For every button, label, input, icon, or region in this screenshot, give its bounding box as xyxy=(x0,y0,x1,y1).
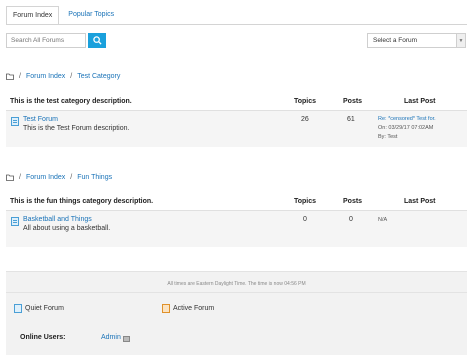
forum-description: This is the Test Forum description. xyxy=(23,125,130,132)
chevron-down-icon: ▼ xyxy=(456,34,465,47)
search-button[interactable] xyxy=(88,33,106,48)
search-icon xyxy=(92,36,102,45)
column-topics: Topics xyxy=(294,98,317,105)
posts-count: 61 xyxy=(347,116,355,123)
tab-divider xyxy=(6,24,467,25)
folder-icon xyxy=(6,73,14,80)
last-post: N/A xyxy=(378,216,387,225)
tab-bar: Forum Index Popular Topics xyxy=(6,6,120,25)
breadcrumb-category[interactable]: Fun Things xyxy=(77,174,112,181)
category-description: This is the test category description. xyxy=(10,98,132,105)
online-user-link[interactable]: Admin xyxy=(101,334,121,341)
legend-quiet-label: Quiet Forum xyxy=(25,305,64,312)
column-last-post: Last Post xyxy=(404,198,436,205)
legend-active: Active Forum xyxy=(162,304,214,313)
category-header: This is the fun things category descript… xyxy=(6,196,467,210)
tab-popular-topics[interactable]: Popular Topics xyxy=(59,6,120,25)
search-input[interactable] xyxy=(6,33,86,48)
folder-icon xyxy=(6,174,14,181)
forum-link[interactable]: Test Forum xyxy=(23,116,58,123)
breadcrumb: / Forum Index / Fun Things xyxy=(6,174,112,181)
forum-select-value: Select a Forum xyxy=(373,37,418,44)
forum-footer: All times are Eastern Daylight Time. The… xyxy=(6,271,467,355)
breadcrumb-forum-index[interactable]: Forum Index xyxy=(26,73,65,80)
forum-link[interactable]: Basketball and Things xyxy=(23,216,92,223)
posts-count: 0 xyxy=(349,216,353,223)
active-forum-icon xyxy=(162,304,170,313)
online-users-label: Online Users: xyxy=(20,334,66,341)
column-topics: Topics xyxy=(294,198,317,205)
footer-divider xyxy=(6,292,467,293)
user-status-icon xyxy=(123,336,130,342)
breadcrumb-category[interactable]: Test Category xyxy=(77,73,120,80)
legend-active-label: Active Forum xyxy=(173,305,215,312)
quiet-forum-icon xyxy=(11,117,19,126)
forum-select[interactable]: Select a Forum ▼ xyxy=(367,33,466,48)
quiet-forum-icon xyxy=(11,217,19,226)
last-post-none: N/A xyxy=(378,217,388,223)
topics-count: 26 xyxy=(301,116,309,123)
legend-quiet: Quiet Forum xyxy=(14,304,64,313)
last-post-link[interactable]: Re: *censored* Test for. xyxy=(378,115,436,124)
breadcrumb-forum-index[interactable]: Forum Index xyxy=(26,174,65,181)
category-description: This is the fun things category descript… xyxy=(10,198,154,205)
column-posts: Posts xyxy=(343,198,363,205)
column-posts: Posts xyxy=(343,98,363,105)
category-header: This is the test category description. T… xyxy=(6,96,467,110)
timezone-notice: All times are Eastern Daylight Time. The… xyxy=(167,281,306,287)
forum-row: Basketball and Things All about using a … xyxy=(6,210,467,247)
quiet-forum-icon xyxy=(14,304,22,313)
forum-row: Test Forum This is the Test Forum descri… xyxy=(6,110,467,147)
column-last-post: Last Post xyxy=(404,98,436,105)
breadcrumb: / Forum Index / Test Category xyxy=(6,73,120,80)
last-post-author: By: Test xyxy=(378,134,398,140)
forum-description: All about using a basketball. xyxy=(23,225,111,232)
last-post: Re: *censored* Test for. On: 03/29/17 07… xyxy=(378,115,436,142)
tab-forum-index[interactable]: Forum Index xyxy=(6,6,60,25)
topics-count: 0 xyxy=(303,216,307,223)
last-post-date: On: 03/29/17 07:02AM xyxy=(378,125,434,131)
